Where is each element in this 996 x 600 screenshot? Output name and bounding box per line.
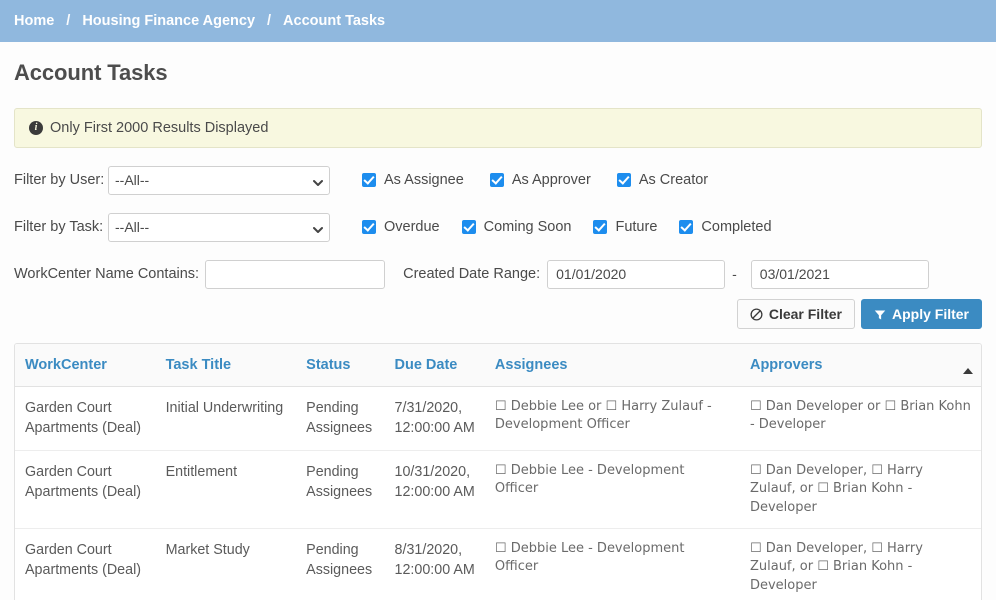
- filter-row-name-and-date: WorkCenter Name Contains: Created Date R…: [14, 259, 982, 289]
- cell-due-date: 7/31/2020, 12:00:00 AM: [385, 387, 485, 451]
- filter-panel: Filter by User: --All-- As Assignee As A…: [14, 165, 982, 289]
- breadcrumb-separator: /: [54, 13, 82, 29]
- cell-workcenter: Garden Court Apartments (Deal): [15, 528, 156, 600]
- filter-row-user: Filter by User: --All-- As Assignee As A…: [14, 165, 982, 195]
- checkbox-future-box[interactable]: [593, 220, 607, 234]
- table-row[interactable]: Garden Court Apartments (Deal) Market St…: [15, 528, 981, 600]
- column-header-approvers-label: Approvers: [750, 357, 823, 373]
- filter-row-task: Filter by Task: --All-- Overdue Coming S…: [14, 212, 982, 242]
- account-tasks-table-container: WorkCenter Task Title Status Due Date As…: [14, 343, 982, 600]
- cell-approvers: ☐ Dan Developer, ☐ Harry Zulauf, or ☐ Br…: [740, 450, 981, 528]
- breadcrumb-item-home[interactable]: Home: [14, 13, 54, 29]
- checkbox-as-approver[interactable]: As Approver: [490, 172, 591, 188]
- cell-assignees: ☐ Debbie Lee or ☐ Harry Zulauf - Develop…: [485, 387, 740, 451]
- breadcrumb-item-housing-finance-agency[interactable]: Housing Finance Agency: [82, 13, 255, 29]
- table-body: Garden Court Apartments (Deal) Initial U…: [15, 387, 981, 600]
- caret-up-icon: [963, 362, 973, 378]
- checkbox-as-assignee-box[interactable]: [362, 173, 376, 187]
- alert-text: Only First 2000 Results Displayed: [50, 120, 268, 136]
- checkbox-completed[interactable]: Completed: [679, 219, 771, 235]
- column-header-task-title[interactable]: Task Title: [156, 344, 297, 387]
- filter-by-task-select[interactable]: --All--: [108, 213, 330, 242]
- column-header-workcenter[interactable]: WorkCenter: [15, 344, 156, 387]
- checkbox-as-creator-label: As Creator: [639, 172, 708, 188]
- checkbox-coming-soon-box[interactable]: [462, 220, 476, 234]
- cell-task-title: Entitlement: [156, 450, 297, 528]
- cell-status: Pending Assignees: [296, 528, 384, 600]
- cell-status: Pending Assignees: [296, 450, 384, 528]
- checkbox-completed-box[interactable]: [679, 220, 693, 234]
- checkbox-as-assignee[interactable]: As Assignee: [362, 172, 464, 188]
- workcenter-name-label: WorkCenter Name Contains:: [14, 266, 199, 282]
- checkbox-as-creator[interactable]: As Creator: [617, 172, 708, 188]
- column-header-approvers[interactable]: Approvers: [740, 344, 981, 387]
- filter-actions: Clear Filter Apply Filter: [14, 299, 982, 329]
- filter-by-user-select[interactable]: --All--: [108, 166, 330, 195]
- created-date-to-input[interactable]: [751, 260, 929, 289]
- cell-approvers: ☐ Dan Developer or ☐ Brian Kohn - Develo…: [740, 387, 981, 451]
- created-date-range-label: Created Date Range:: [403, 266, 540, 282]
- column-header-assignees[interactable]: Assignees: [485, 344, 740, 387]
- table-row[interactable]: Garden Court Apartments (Deal) Entitleme…: [15, 450, 981, 528]
- workcenter-name-input[interactable]: [205, 260, 385, 289]
- checkbox-overdue-label: Overdue: [384, 219, 440, 235]
- cell-status: Pending Assignees: [296, 387, 384, 451]
- account-tasks-table: WorkCenter Task Title Status Due Date As…: [15, 344, 981, 600]
- cell-due-date: 10/31/2020, 12:00:00 AM: [385, 450, 485, 528]
- checkbox-coming-soon-label: Coming Soon: [484, 219, 572, 235]
- cell-approvers: ☐ Dan Developer, ☐ Harry Zulauf, or ☐ Br…: [740, 528, 981, 600]
- filter-by-user-select-wrapper: --All--: [108, 166, 330, 195]
- checkbox-coming-soon[interactable]: Coming Soon: [462, 219, 572, 235]
- created-date-from-input[interactable]: [547, 260, 725, 289]
- date-range-separator: -: [732, 266, 737, 282]
- results-limit-alert: i Only First 2000 Results Displayed: [14, 108, 982, 148]
- ban-icon: [750, 308, 763, 321]
- column-header-due-date[interactable]: Due Date: [385, 344, 485, 387]
- page-title: Account Tasks: [14, 60, 996, 86]
- filter-by-task-label: Filter by Task:: [14, 219, 108, 235]
- cell-task-title: Market Study: [156, 528, 297, 600]
- checkbox-overdue-box[interactable]: [362, 220, 376, 234]
- checkbox-as-approver-box[interactable]: [490, 173, 504, 187]
- clear-filter-label: Clear Filter: [769, 306, 842, 322]
- checkbox-future-label: Future: [615, 219, 657, 235]
- checkbox-completed-label: Completed: [701, 219, 771, 235]
- cell-assignees: ☐ Debbie Lee - Development Officer: [485, 528, 740, 600]
- checkbox-as-creator-box[interactable]: [617, 173, 631, 187]
- cell-due-date: 8/31/2020, 12:00:00 AM: [385, 528, 485, 600]
- filter-by-user-label: Filter by User:: [14, 172, 108, 188]
- checkbox-as-assignee-label: As Assignee: [384, 172, 464, 188]
- cell-assignees: ☐ Debbie Lee - Development Officer: [485, 450, 740, 528]
- apply-filter-label: Apply Filter: [892, 306, 969, 322]
- column-header-status[interactable]: Status: [296, 344, 384, 387]
- checkbox-future[interactable]: Future: [593, 219, 657, 235]
- cell-workcenter: Garden Court Apartments (Deal): [15, 450, 156, 528]
- table-header-row: WorkCenter Task Title Status Due Date As…: [15, 344, 981, 387]
- breadcrumb-item-account-tasks[interactable]: Account Tasks: [283, 13, 385, 29]
- filter-by-task-select-wrapper: --All--: [108, 213, 330, 242]
- info-circle-icon: i: [29, 121, 43, 135]
- funnel-icon: [874, 308, 886, 320]
- status-checkbox-group: Overdue Coming Soon Future Completed: [362, 219, 772, 235]
- cell-task-title: Initial Underwriting: [156, 387, 297, 451]
- clear-filter-button[interactable]: Clear Filter: [737, 299, 855, 329]
- table-row[interactable]: Garden Court Apartments (Deal) Initial U…: [15, 387, 981, 451]
- role-checkbox-group: As Assignee As Approver As Creator: [362, 172, 708, 188]
- cell-workcenter: Garden Court Apartments (Deal): [15, 387, 156, 451]
- breadcrumb-separator: /: [255, 13, 283, 29]
- breadcrumb: Home / Housing Finance Agency / Account …: [0, 0, 996, 42]
- checkbox-overdue[interactable]: Overdue: [362, 219, 440, 235]
- checkbox-as-approver-label: As Approver: [512, 172, 591, 188]
- apply-filter-button[interactable]: Apply Filter: [861, 299, 982, 329]
- table-header: WorkCenter Task Title Status Due Date As…: [15, 344, 981, 387]
